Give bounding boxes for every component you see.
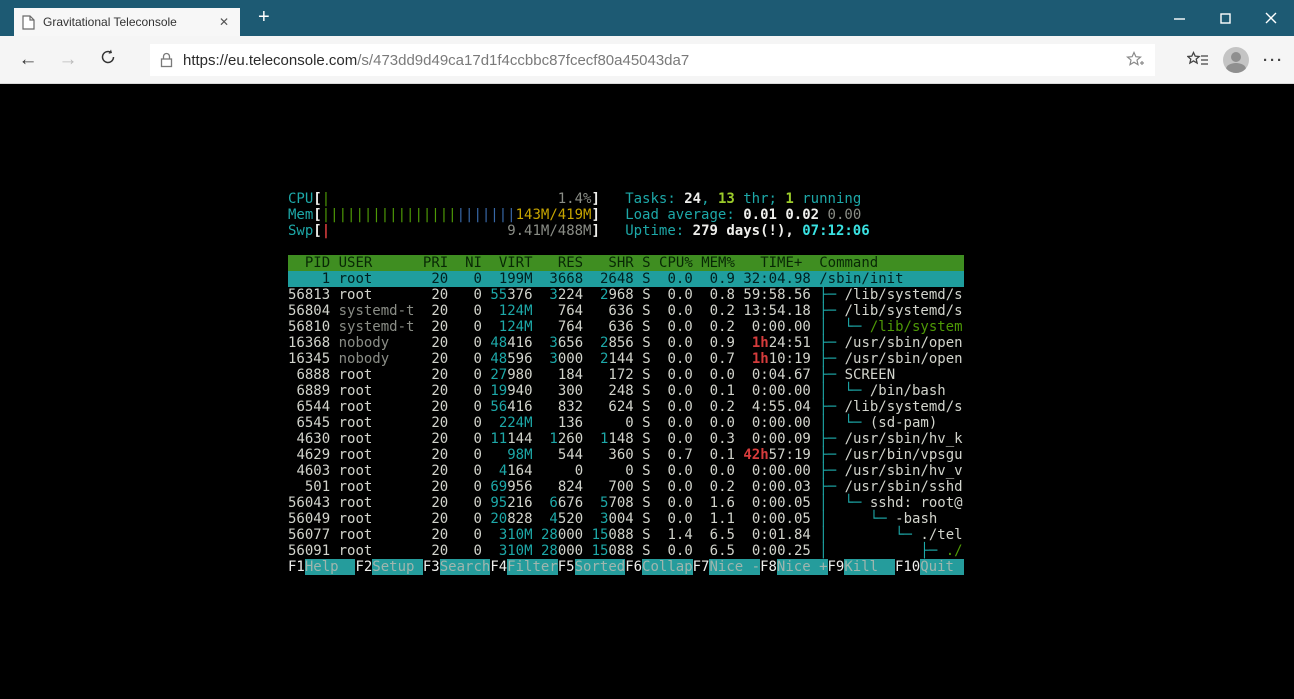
- fkey-f8[interactable]: F8: [760, 559, 777, 575]
- settings-menu-icon[interactable]: ···: [1263, 52, 1284, 69]
- process-row[interactable]: 6888 root 20 0 27980 184 172 S 0.0 0.0 0…: [288, 367, 964, 383]
- process-row[interactable]: 4629 root 20 0 98M 544 360 S 0.7 0.1 42h…: [288, 447, 964, 463]
- process-row[interactable]: 16345 nobody 20 0 48596 3000 2144 S 0.0 …: [288, 351, 964, 367]
- window-close-button[interactable]: [1248, 0, 1294, 36]
- fkey-label-help[interactable]: Help: [304, 559, 356, 575]
- fkey-label-filter[interactable]: Filter: [507, 559, 558, 575]
- window-minimize-button[interactable]: [1156, 0, 1202, 36]
- cpu-meter-line: CPU[| 1.4%] Tasks: 24, 13 thr; 1 running: [288, 191, 862, 207]
- tab-close-icon[interactable]: ✕: [216, 15, 232, 29]
- back-button[interactable]: ←: [8, 49, 48, 71]
- process-row[interactable]: 6889 root 20 0 19940 300 248 S 0.0 0.1 0…: [288, 383, 964, 399]
- process-row[interactable]: 6545 root 20 0 224M 136 0 S 0.0 0.0 0:00…: [288, 415, 964, 431]
- lock-icon: [160, 52, 173, 68]
- fkey-label-collap[interactable]: Collap: [642, 559, 693, 575]
- swp-meter-line: Swp[| 9.41M/488M] Uptime: 279 days(!), 0…: [288, 223, 870, 239]
- profile-avatar[interactable]: [1223, 47, 1249, 73]
- process-row[interactable]: 6544 root 20 0 56416 832 624 S 0.0 0.2 4…: [288, 399, 964, 415]
- process-row[interactable]: 56813 root 20 0 55376 3224 2968 S 0.0 0.…: [288, 287, 964, 303]
- address-bar[interactable]: https://eu.teleconsole.com/s/473dd9d49ca…: [150, 44, 1155, 76]
- function-key-bar: F1Help F2Setup F3SearchF4FilterF5SortedF…: [288, 559, 964, 575]
- url-path: /s/473dd9d49ca17d1f4ccbbc87fcecf80a45043…: [357, 51, 690, 69]
- process-row[interactable]: 56810 systemd-t 20 0 124M 764 636 S 0.0 …: [288, 319, 964, 335]
- process-row[interactable]: 16368 nobody 20 0 48416 3656 2856 S 0.0 …: [288, 335, 964, 351]
- process-row[interactable]: 56091 root 20 0 310M 28000 15088 S 0.0 6…: [288, 543, 964, 559]
- page-icon: [22, 14, 35, 30]
- fkey-f6[interactable]: F6: [625, 559, 642, 575]
- page-background: CPU[| 1.4%] Tasks: 24, 13 thr; 1 running…: [0, 84, 1294, 699]
- tab-bar: Gravitational Teleconsole ✕ +: [0, 0, 1294, 36]
- url-text[interactable]: https://eu.teleconsole.com/s/473dd9d49ca…: [183, 52, 1126, 69]
- process-row[interactable]: 501 root 20 0 69956 824 700 S 0.0 0.2 0:…: [288, 479, 964, 495]
- process-row[interactable]: 56043 root 20 0 95216 6676 5708 S 0.0 1.…: [288, 495, 964, 511]
- fkey-label-sorted[interactable]: Sorted: [574, 559, 626, 575]
- fkey-f3[interactable]: F3: [423, 559, 440, 575]
- window-maximize-button[interactable]: [1202, 0, 1248, 36]
- terminal[interactable]: CPU[| 1.4%] Tasks: 24, 13 thr; 1 running…: [288, 191, 964, 575]
- process-row[interactable]: 56049 root 20 0 20828 4520 3004 S 0.0 1.…: [288, 511, 964, 527]
- fkey-f9[interactable]: F9: [828, 559, 845, 575]
- fkey-f10[interactable]: F10: [895, 559, 920, 575]
- url-origin: https://eu.teleconsole.com: [183, 51, 358, 69]
- fkey-f7[interactable]: F7: [693, 559, 710, 575]
- fkey-f1[interactable]: F1: [288, 559, 305, 575]
- fkey-label-setup[interactable]: Setup: [372, 559, 423, 575]
- fkey-label-search[interactable]: Search: [439, 559, 491, 575]
- fkey-label-nice-[interactable]: Nice +: [776, 559, 828, 575]
- process-row[interactable]: 4630 root 20 0 11144 1260 1148 S 0.0 0.3…: [288, 431, 964, 447]
- favorites-hub-icon[interactable]: [1187, 51, 1209, 69]
- process-row[interactable]: 4603 root 20 0 4164 0 0 S 0.0 0.0 0:00.0…: [288, 463, 964, 479]
- tab-title: Gravitational Teleconsole: [43, 15, 177, 29]
- fkey-label-kill[interactable]: Kill: [844, 559, 895, 575]
- process-table-header[interactable]: PID USER PRI NI VIRT RES SHR S CPU% MEM%…: [288, 255, 964, 271]
- fkey-f4[interactable]: F4: [490, 559, 507, 575]
- add-favorite-star-icon[interactable]: [1126, 51, 1145, 69]
- fkey-f2[interactable]: F2: [355, 559, 372, 575]
- new-tab-button[interactable]: +: [258, 6, 270, 29]
- fkey-f5[interactable]: F5: [558, 559, 575, 575]
- process-row[interactable]: 56077 root 20 0 310M 28000 15088 S 1.4 6…: [288, 527, 964, 543]
- fkey-label-nice-[interactable]: Nice -: [709, 559, 761, 575]
- forward-button[interactable]: →: [48, 49, 88, 71]
- fkey-label-quit[interactable]: Quit: [920, 559, 964, 575]
- browser-tab[interactable]: Gravitational Teleconsole ✕: [14, 8, 240, 36]
- refresh-button[interactable]: [88, 48, 128, 72]
- process-row[interactable]: 1 root 20 0 199M 3668 2648 S 0.0 0.9 32:…: [288, 271, 964, 287]
- mem-meter-line: Mem[|||||||||||||||||||||||143M/419M] Lo…: [288, 207, 862, 223]
- process-row[interactable]: 56804 systemd-t 20 0 124M 764 636 S 0.0 …: [288, 303, 964, 319]
